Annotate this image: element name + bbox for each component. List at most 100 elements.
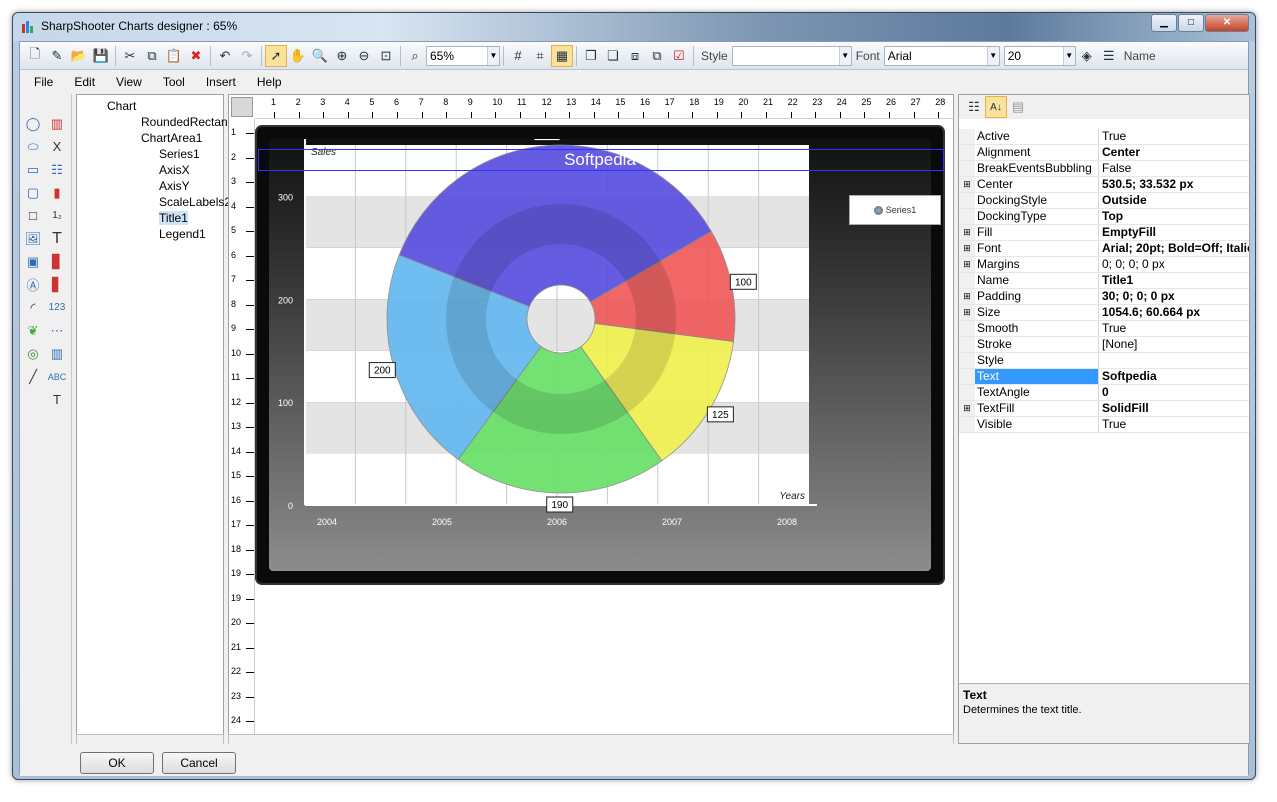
- grid-icon[interactable]: #: [507, 45, 529, 67]
- group-icon[interactable]: ⧈: [624, 45, 646, 67]
- minimize-button[interactable]: ▁: [1151, 14, 1177, 32]
- menu-insert[interactable]: Insert: [206, 75, 236, 89]
- property-value[interactable]: SolidFill: [1099, 401, 1249, 416]
- bring-front-icon[interactable]: ❐: [580, 45, 602, 67]
- property-row[interactable]: ⊞ Padding 30; 0; 0; 0 px: [959, 289, 1249, 305]
- chevron-down-icon[interactable]: ▼: [986, 46, 999, 65]
- chevron-down-icon[interactable]: ▼: [1062, 46, 1075, 65]
- oval-tool-icon[interactable]: ⬭: [22, 135, 44, 158]
- design-canvas[interactable]: 1 2 3 4 5 6 7 8 9 10 11 12 13 14 15 16 17 18 19 20 21 22 23 24 2…: [228, 94, 954, 754]
- rounded-rect-tool-icon[interactable]: ▢: [22, 181, 44, 204]
- property-row[interactable]: DockingType Top: [959, 209, 1249, 225]
- axis-x-tool-icon[interactable]: X: [46, 135, 68, 158]
- text-tool-icon[interactable]: T: [46, 227, 68, 250]
- chart-area[interactable]: 0 100 200 300 2004 2005 2006 2007 2008 Sales Years…: [269, 139, 941, 571]
- fill-color-icon[interactable]: ◈: [1076, 45, 1098, 67]
- scale-labels-tool-icon[interactable]: 123: [46, 296, 68, 319]
- property-value[interactable]: 30; 0; 0; 0 px: [1099, 289, 1249, 304]
- zoom-combo[interactable]: 65% ▼: [426, 45, 500, 66]
- property-value[interactable]: Top: [1099, 209, 1249, 224]
- property-pages-icon[interactable]: ▤: [1007, 96, 1029, 118]
- chart-frame[interactable]: 0 100 200 300 2004 2005 2006 2007 2008 Sales Years…: [255, 125, 945, 585]
- expand-icon[interactable]: ⊞: [959, 305, 975, 320]
- redo-icon[interactable]: ↷: [236, 45, 258, 67]
- property-row[interactable]: Text Softpedia: [959, 369, 1249, 385]
- categorized-icon[interactable]: ☷: [963, 96, 985, 118]
- paste-icon[interactable]: 📋: [163, 45, 185, 67]
- font-combo[interactable]: Arial ▼: [883, 45, 1000, 66]
- copy-icon[interactable]: ⧉: [141, 45, 163, 67]
- property-value[interactable]: 530.5; 33.532 px: [1099, 177, 1249, 192]
- expand-icon[interactable]: ⊞: [959, 177, 975, 192]
- rectangle-tool-icon[interactable]: ▭: [22, 158, 44, 181]
- font-size-combo[interactable]: 20 ▼: [1003, 45, 1076, 66]
- chart-tool-icon[interactable]: ▥: [46, 112, 68, 135]
- ellipse-tool-icon[interactable]: ◯: [22, 112, 44, 135]
- style-combo[interactable]: ▼: [731, 45, 852, 66]
- delete-icon[interactable]: ✖: [185, 45, 207, 67]
- property-row[interactable]: ⊞ Margins 0; 0; 0; 0 px: [959, 257, 1249, 273]
- property-value[interactable]: 0; 0; 0; 0 px: [1099, 257, 1249, 272]
- property-row[interactable]: ⊞ Center 530.5; 33.532 px: [959, 177, 1249, 193]
- hand-icon[interactable]: ✋: [287, 45, 309, 67]
- tree-item[interactable]: ScaleLabels2: [159, 195, 231, 209]
- arc-tool-icon[interactable]: ◜: [22, 296, 44, 319]
- legend-tool-icon[interactable]: ☷: [46, 158, 68, 181]
- circle-gauge-tool-icon[interactable]: ◎: [22, 342, 44, 365]
- property-row[interactable]: BreakEventsBubbling False: [959, 161, 1249, 177]
- property-value[interactable]: False: [1099, 161, 1249, 176]
- alphabetical-icon[interactable]: A↓: [985, 96, 1007, 118]
- property-row[interactable]: ⊞ Fill EmptyFill: [959, 225, 1249, 241]
- chevron-down-icon[interactable]: ▼: [838, 46, 851, 65]
- new-icon[interactable]: 🗋: [24, 45, 46, 67]
- property-row[interactable]: ⊞ TextFill SolidFill: [959, 401, 1249, 417]
- send-back-icon[interactable]: ❏: [602, 45, 624, 67]
- dots-tool-icon[interactable]: ⋯: [46, 319, 68, 342]
- property-row[interactable]: Name Title1: [959, 273, 1249, 289]
- frame-tool-icon[interactable]: □: [22, 204, 44, 227]
- menu-file[interactable]: File: [34, 75, 53, 89]
- undo-icon[interactable]: ↶: [214, 45, 236, 67]
- ruler-icon[interactable]: ▦: [551, 44, 573, 67]
- expand-icon[interactable]: ⊞: [959, 241, 975, 256]
- expand-icon[interactable]: ⊞: [959, 289, 975, 304]
- menu-help[interactable]: Help: [257, 75, 282, 89]
- zoom-icon[interactable]: 🔍: [309, 45, 331, 67]
- tree-item[interactable]: AxisY: [159, 179, 190, 193]
- property-value[interactable]: 1054.6; 60.664 px: [1099, 305, 1249, 320]
- property-row[interactable]: DockingStyle Outside: [959, 193, 1249, 209]
- property-value[interactable]: Title1: [1099, 273, 1249, 288]
- property-value[interactable]: 0: [1099, 385, 1249, 400]
- property-value[interactable]: EmptyFill: [1099, 225, 1249, 240]
- numbers-tool-icon[interactable]: 1₂: [46, 204, 68, 227]
- property-row[interactable]: ⊞ Size 1054.6; 60.664 px: [959, 305, 1249, 321]
- pointer-icon[interactable]: ➚: [265, 44, 287, 67]
- leaf-tool-icon[interactable]: ❦: [22, 319, 44, 342]
- tree-item[interactable]: AxisX: [159, 163, 190, 177]
- wizard-icon[interactable]: ✎: [46, 45, 68, 67]
- line-style-icon[interactable]: ☰: [1098, 45, 1120, 67]
- snap-icon[interactable]: ⌗: [529, 45, 551, 67]
- abc-tool-icon[interactable]: ABC: [46, 365, 68, 388]
- expand-icon[interactable]: ⊞: [959, 257, 975, 272]
- property-value[interactable]: Arial; 20pt; Bold=Off; Italic: [1099, 241, 1249, 256]
- tree-item[interactable]: Chart: [107, 99, 136, 113]
- tree-item[interactable]: Title1: [159, 211, 188, 225]
- expand-icon[interactable]: ⊞: [959, 401, 975, 416]
- property-row[interactable]: TextAngle 0: [959, 385, 1249, 401]
- zoom-in-icon[interactable]: ⊕: [331, 45, 353, 67]
- property-value[interactable]: [None]: [1099, 337, 1249, 352]
- zoom-out-icon[interactable]: ⊖: [353, 45, 375, 67]
- property-row[interactable]: Visible True: [959, 417, 1249, 433]
- histogram-tool-icon[interactable]: ▥: [46, 342, 68, 365]
- chevron-down-icon[interactable]: ▼: [487, 46, 499, 65]
- text-arrow-tool-icon[interactable]: T: [46, 388, 68, 411]
- menu-edit[interactable]: Edit: [74, 75, 95, 89]
- tree-item[interactable]: RoundedRectang: [141, 115, 234, 129]
- property-row[interactable]: Smooth True: [959, 321, 1249, 337]
- menu-view[interactable]: View: [116, 75, 142, 89]
- image-tool-icon[interactable]: 🖼: [22, 227, 44, 250]
- series-tool-icon[interactable]: ▮: [46, 181, 68, 204]
- save-icon[interactable]: 💾: [90, 45, 112, 67]
- property-value[interactable]: Outside: [1099, 193, 1249, 208]
